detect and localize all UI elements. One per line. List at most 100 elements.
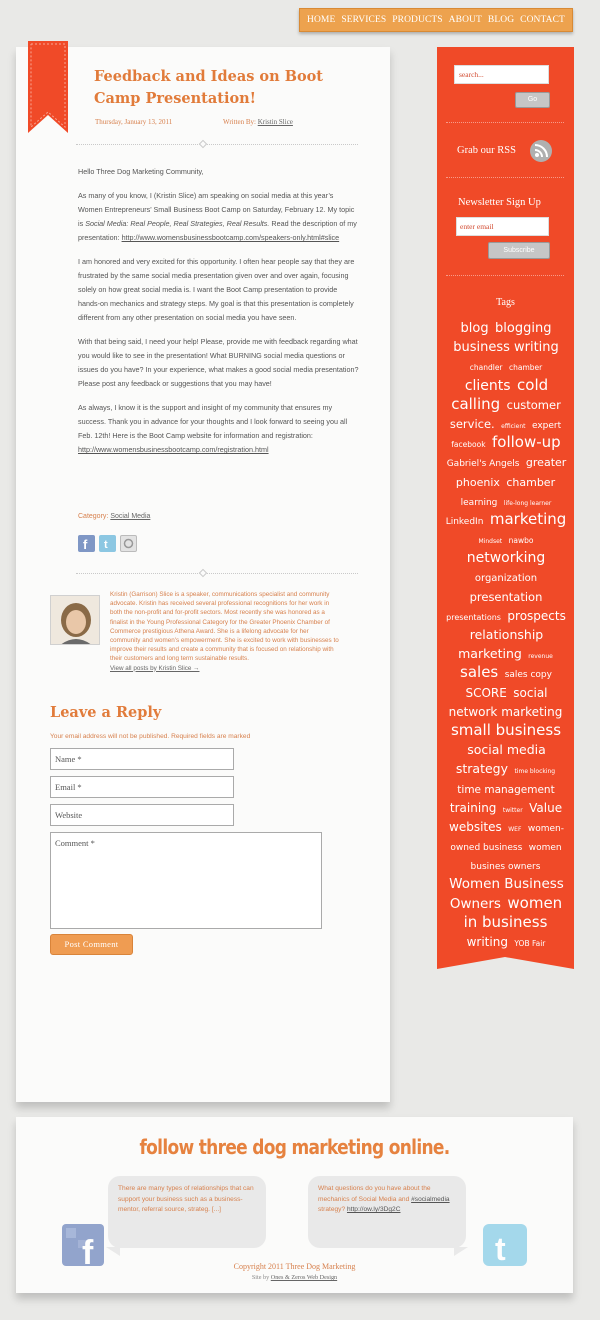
footer-title: follow three dog marketing online. [139, 1135, 450, 1159]
stumbleupon-share-icon[interactable] [120, 535, 137, 552]
topic-title: Social Media: Real People, Real Strategi… [85, 219, 270, 228]
view-all-posts-link[interactable]: View all posts by Kristin Slice → [110, 664, 340, 673]
website-field[interactable]: Website [50, 804, 234, 826]
copyright: Copyright 2011 Three Dog Marketing [233, 1262, 356, 1271]
search-input[interactable]: search... [454, 65, 549, 84]
divider [76, 144, 358, 145]
post-byline: Written By: Kristin Slice [223, 118, 293, 126]
nav-home[interactable]: HOME [307, 15, 335, 25]
tag-link[interactable]: Gabriel's Angels [447, 459, 520, 469]
top-nav: HOME SERVICES PRODUCTS ABOUT BLOG CONTAC… [299, 8, 573, 32]
sidebar-divider [446, 177, 564, 178]
paragraph-honored: I am honored and very excited for this o… [78, 257, 355, 322]
post-body: Hello Three Dog Marketing Community, As … [78, 165, 360, 467]
tag-link[interactable]: time management [457, 784, 554, 796]
rss-icon[interactable] [530, 140, 552, 162]
site-credit-link[interactable]: Ones & Zeros Web Design [271, 1274, 337, 1281]
tag-link[interactable]: websites [449, 820, 502, 834]
paragraph-closing: As always, I know it is the support and … [78, 403, 348, 454]
tag-link[interactable]: small business [451, 721, 561, 739]
paragraph-intro: As many of you know, I (Kristin Slice) a… [78, 191, 357, 242]
svg-text:t: t [104, 539, 108, 551]
subscribe-button[interactable]: Subscribe [488, 242, 550, 259]
tag-link[interactable]: time blocking [514, 768, 555, 775]
comment-field[interactable]: Comment * [50, 832, 322, 929]
tag-link[interactable]: nawbo [509, 536, 534, 545]
tag-link[interactable]: facebook [451, 440, 485, 449]
nav-services[interactable]: SERVICES [341, 15, 386, 25]
facebook-post-bubble: There are many types of relationships th… [106, 1176, 266, 1256]
post-comment-button[interactable]: Post Comment [50, 934, 133, 955]
tag-link[interactable]: YOB Fair [514, 939, 545, 948]
read-more-link[interactable]: [...] [212, 1206, 221, 1213]
tag-link[interactable]: WEF [508, 826, 521, 833]
sidebar-divider [446, 122, 564, 123]
tag-link[interactable]: expert [532, 421, 561, 431]
paragraph-greeting: Hello Three Dog Marketing Community, [78, 167, 204, 176]
leave-reply-heading: Leave a Reply [50, 704, 162, 721]
email-field[interactable]: Email * [50, 776, 234, 798]
facebook-share-icon[interactable]: f [78, 535, 95, 552]
author-link[interactable]: Kristin Slice [258, 118, 293, 126]
post-title: Feedback and Ideas on Boot Camp Presenta… [94, 68, 323, 107]
tag-link[interactable]: presentations [446, 613, 501, 622]
bookmark-ribbon-icon [28, 41, 68, 133]
tag-link[interactable]: organization [475, 573, 537, 584]
category-link[interactable]: Social Media [110, 513, 150, 520]
rss-label: Grab our RSS [457, 145, 516, 156]
tag-link[interactable]: sales [460, 663, 498, 681]
tag-link[interactable]: life-long learner [504, 500, 552, 507]
tag-link[interactable]: follow-up [492, 433, 561, 451]
twitter-share-icon[interactable]: t [99, 535, 116, 552]
tag-link[interactable]: chamber [506, 476, 555, 489]
author-bio-text: Kristin (Garrison) Slice is a speaker, c… [110, 591, 339, 663]
divider [76, 573, 358, 574]
tag-link[interactable]: training [450, 801, 497, 815]
tag-link[interactable]: sales copy [505, 670, 552, 680]
name-field[interactable]: Name * [50, 748, 234, 770]
tag-link[interactable]: chamber [509, 363, 542, 372]
tag-cloud: blog blogging business writing chandler … [443, 318, 569, 951]
svg-text:f: f [83, 537, 88, 552]
tag-link[interactable]: LinkedIn [446, 517, 484, 527]
search-go-button[interactable]: Go [515, 92, 550, 108]
tag-link[interactable]: writing [467, 935, 508, 949]
newsletter-label: Newsletter Sign Up [458, 197, 541, 208]
newsletter-email-input[interactable]: enter email [456, 217, 549, 236]
tag-link[interactable]: clients [465, 378, 511, 394]
tag-link[interactable]: business writing [453, 340, 559, 355]
nav-products[interactable]: PRODUCTS [392, 15, 442, 25]
tag-link[interactable]: revenue [528, 653, 553, 660]
post-category: Category: Social Media [78, 513, 151, 520]
nav-blog[interactable]: BLOG [488, 15, 514, 25]
tag-link[interactable]: marketing [490, 510, 566, 528]
paragraph-help: With that being said, I need your help! … [78, 337, 359, 388]
hashtag-link[interactable]: #socialmedia [411, 1196, 449, 1203]
tweet-link[interactable]: http://ow.ly/3Dg2C [347, 1206, 401, 1213]
nav-about[interactable]: ABOUT [449, 15, 482, 25]
twitter-post-bubble: What questions do you have about the mec… [308, 1176, 468, 1256]
tag-link[interactable]: blogging [495, 321, 551, 336]
site-credit: Site by Ones & Zeros Web Design [251, 1274, 338, 1281]
sidebar-ribbon-tail [437, 953, 574, 969]
tag-link[interactable]: learning [461, 498, 498, 508]
tag-link[interactable]: twitter [503, 807, 523, 814]
required-note: Your email address will not be published… [50, 733, 251, 740]
sidebar-divider [446, 275, 564, 276]
author-bio: Kristin (Garrison) Slice is a speaker, c… [110, 590, 340, 673]
tag-link[interactable]: networking [467, 550, 546, 566]
tag-link[interactable]: Mindset [479, 538, 503, 545]
tag-link[interactable]: presentation [470, 590, 543, 604]
description-link[interactable]: http://www.womensbusinessbootcamp.com/sp… [122, 233, 340, 242]
tag-link[interactable]: prospects [507, 609, 565, 623]
registration-link[interactable]: http://www.womensbusinessbootcamp.com/re… [78, 445, 269, 454]
tag-link[interactable]: efficient [501, 423, 525, 430]
written-by-label: Written By: [223, 118, 256, 126]
tag-link[interactable]: chandler [470, 363, 503, 372]
tag-link[interactable]: SCORE [465, 686, 506, 700]
tags-heading: Tags [496, 297, 515, 308]
post-date: Thursday, January 13, 2011 [95, 118, 173, 126]
tag-link[interactable]: blog [461, 321, 489, 336]
nav-contact[interactable]: CONTACT [520, 15, 565, 25]
tag-link[interactable]: Value [529, 801, 562, 815]
